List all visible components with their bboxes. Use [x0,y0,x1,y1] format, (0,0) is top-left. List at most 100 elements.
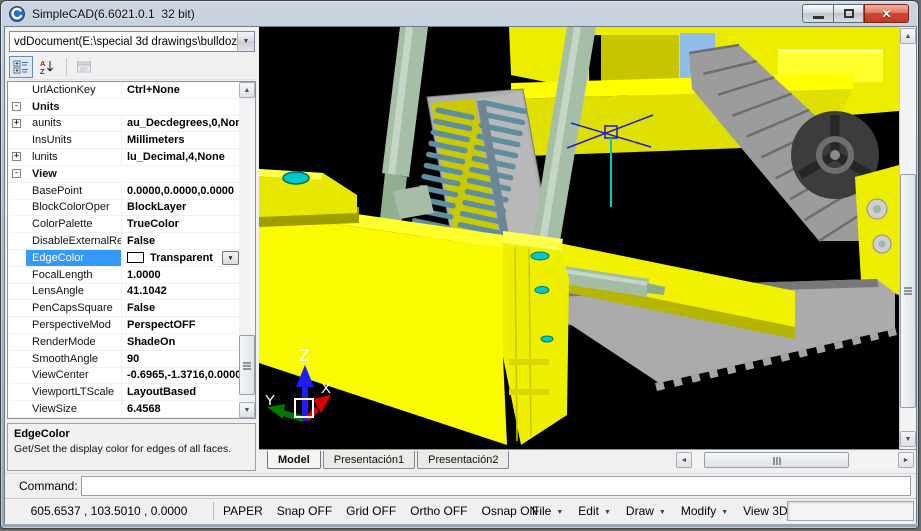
scroll-up-icon[interactable]: ▲ [900,28,916,44]
scrollbar-thumb[interactable] [704,452,849,468]
category-row[interactable]: -Units [8,99,239,116]
property-name[interactable]: UrlActionKey [26,82,122,98]
property-value[interactable]: au_Decdegrees,0,None [122,116,239,132]
viewport-hscrollbar[interactable]: ◄ ► [676,452,914,468]
property-name[interactable]: SmoothAngle [26,351,122,367]
scroll-left-icon[interactable]: ◄ [676,452,692,468]
property-value[interactable]: TrueColor [122,216,239,232]
scroll-down-icon[interactable]: ▼ [900,431,916,447]
menu-draw[interactable]: Draw▼ [626,504,666,518]
property-row[interactable]: FocalLength1.0000 [8,267,239,284]
menu-edit[interactable]: Edit▼ [578,504,611,518]
property-name[interactable]: BasePoint [26,183,122,199]
chevron-down-icon[interactable]: ▼ [237,32,254,51]
property-name[interactable]: LensAngle [26,284,122,300]
menu-modify[interactable]: Modify▼ [681,504,728,518]
toggle-paper[interactable]: PAPER [223,504,263,518]
property-row[interactable]: PerspectiveModPerspectOFF [8,317,239,334]
scrollbar-thumb[interactable] [900,174,916,408]
toggle-grid-off[interactable]: Grid OFF [346,504,396,518]
property-row[interactable]: SmoothAngle90 [8,351,239,368]
property-row[interactable]: LensAngle41.1042 [8,284,239,301]
property-name[interactable]: PenCapsSquare [26,300,122,316]
property-name[interactable]: BlockColorOper [26,200,122,216]
property-row[interactable]: DisableExternalRefeFalse [8,233,239,250]
property-value[interactable]: PerspectOFF [122,317,239,333]
property-value[interactable]: False [122,233,239,249]
property-name[interactable]: lunits [26,149,122,165]
property-value[interactable]: False [122,300,239,316]
property-name[interactable]: ViewportLTScale [26,384,122,400]
expand-plus-icon[interactable]: + [12,152,21,161]
ucs-z-label: Z [299,346,309,365]
tab-presentación1[interactable]: Presentación1 [323,451,415,469]
viewport-vscrollbar[interactable]: ▲ ▼ [899,27,916,449]
value-dropdown-button[interactable]: ▼ [222,251,239,266]
property-row[interactable]: BlockColorOperBlockLayer [8,200,239,217]
viewport-canvas[interactable]: Z X Y [259,27,899,449]
category-row[interactable]: -View [8,166,239,183]
scroll-down-icon[interactable]: ▼ [239,402,255,418]
property-row[interactable]: ViewportLTScaleLayoutBased [8,384,239,401]
property-row[interactable]: ColorPaletteTrueColor [8,216,239,233]
property-name[interactable]: RenderMode [26,334,122,350]
property-row[interactable]: RenderModeShadeOn [8,334,239,351]
property-row[interactable]: PenCapsSquareFalse [8,300,239,317]
property-name[interactable]: Units [26,99,239,115]
maximize-button[interactable] [833,4,864,23]
property-name[interactable]: EdgeColor [26,250,122,266]
property-value[interactable]: Ctrl+None [122,82,239,98]
property-name[interactable]: ViewSize [26,401,122,417]
property-value[interactable]: Transparent▼ [122,250,239,266]
property-value[interactable]: 90 [122,351,239,367]
property-value[interactable]: lu_Decimal,4,None [122,149,239,165]
property-row[interactable]: + lunitslu_Decimal,4,None [8,149,239,166]
property-name[interactable]: InsUnits [26,132,122,148]
property-row[interactable]: BasePoint0.0000,0.0000,0.0000 [8,183,239,200]
categorized-view-button[interactable] [9,56,33,78]
property-name[interactable]: View [26,166,239,182]
property-value[interactable]: BlockLayer [122,200,239,216]
ucs-y-label: Y [265,392,275,409]
property-grid-scrollbar[interactable]: ▲ ▼ [239,82,255,418]
az-sort-icon: A Z [39,59,55,75]
property-value[interactable]: ShadeOn [122,334,239,350]
property-value[interactable]: Millimeters [122,132,239,148]
menu-file[interactable]: File▼ [532,504,563,518]
property-name[interactable]: aunits [26,116,122,132]
close-button[interactable]: ✕ [864,4,909,23]
property-name[interactable]: ViewCenter [26,368,122,384]
property-value[interactable]: 1.0000 [122,267,239,283]
toggle-ortho-off[interactable]: Ortho OFF [410,504,467,518]
tab-presentación2[interactable]: Presentación2 [417,451,509,469]
property-value[interactable]: -0.6965,-1.3716,0.0000 [122,368,239,384]
property-value[interactable]: 41.1042 [122,284,239,300]
scrollbar-thumb[interactable] [239,335,255,395]
property-row[interactable]: ViewCenter-0.6965,-1.3716,0.0000 [8,368,239,385]
property-row[interactable]: EdgeColorTransparent▼ [8,250,239,267]
minimize-button[interactable] [802,4,833,23]
expand-plus-icon[interactable]: + [12,119,21,128]
scroll-up-icon[interactable]: ▲ [239,82,255,98]
tab-model[interactable]: Model [267,451,321,469]
property-pages-button[interactable] [72,56,96,78]
property-name[interactable]: PerspectiveMod [26,317,122,333]
toggle-osnap-on[interactable]: Osnap ON [482,504,539,518]
collapse-minus-icon[interactable]: - [12,169,21,178]
property-row[interactable]: UrlActionKeyCtrl+None [8,82,239,99]
property-row[interactable]: InsUnitsMillimeters [8,132,239,149]
property-value[interactable]: 0.0000,0.0000,0.0000 [122,183,239,199]
alphabetical-sort-button[interactable]: A Z [35,56,59,78]
command-input[interactable] [81,476,911,496]
property-row[interactable]: + aunitsau_Decdegrees,0,None [8,116,239,133]
property-name[interactable]: DisableExternalRefe [26,233,122,249]
property-name[interactable]: FocalLength [26,267,122,283]
property-value[interactable]: 6.4568 [122,401,239,417]
collapse-minus-icon[interactable]: - [12,102,21,111]
property-name[interactable]: ColorPalette [26,216,122,232]
property-row[interactable]: ViewSize6.4568 [8,401,239,418]
toggle-snap-off[interactable]: Snap OFF [277,504,332,518]
property-value[interactable]: LayoutBased [122,384,239,400]
document-selector[interactable]: vdDocument(E:\special 3d drawings\bulldo… [9,31,255,52]
scroll-right-icon[interactable]: ► [898,452,914,468]
